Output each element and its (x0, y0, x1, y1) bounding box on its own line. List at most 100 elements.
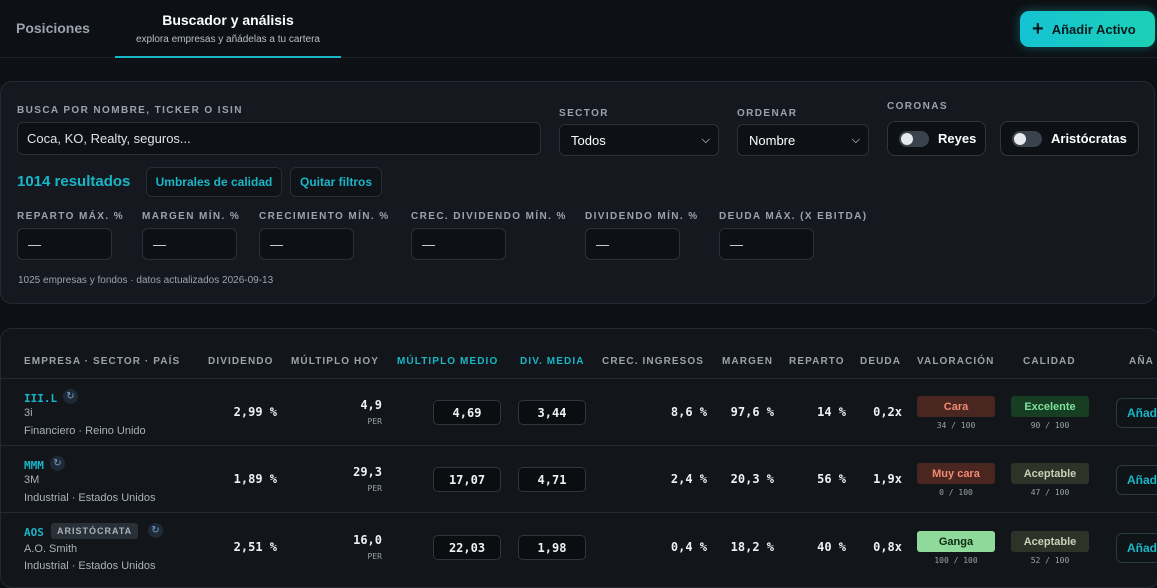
row-sector-country: Financiero · Reino Unido (24, 425, 146, 437)
debt-max-input[interactable]: — (719, 228, 814, 260)
col-company[interactable]: EMPRESA · SECTOR · PAÍS (24, 356, 180, 367)
row-multiple-today: 16,0 (353, 533, 382, 547)
row-add-button[interactable]: Añad (1116, 465, 1157, 495)
row-valuation-badge: Ganga (917, 531, 995, 552)
table-row[interactable]: MMM ↻ 3M Industrial · Estados Unidos 1,8… (1, 445, 1157, 512)
margin-min-input[interactable]: — (142, 228, 237, 260)
col-valuation[interactable]: VALORACIÓN (917, 356, 994, 367)
chevron-down-icon: ⌵ (851, 133, 860, 146)
order-value: Nombre (749, 132, 796, 148)
row-debt: 0,8x (873, 540, 902, 554)
order-label: ORDENAR (737, 108, 798, 119)
dividend-min-input[interactable]: — (585, 228, 680, 260)
col-div-avg[interactable]: DIV. MEDIA (520, 356, 585, 367)
chevron-down-icon: ⌵ (701, 133, 710, 146)
quality-thresholds-button[interactable]: Umbrales de calidad (146, 167, 282, 197)
row-multiple-avg[interactable]: 4,69 (433, 400, 501, 425)
data-footnote: 1025 empresas y fondos · datos actualiza… (18, 275, 274, 286)
add-asset-label: Añadir Activo (1051, 21, 1136, 37)
refresh-icon[interactable]: ↻ (148, 523, 163, 538)
row-ticker[interactable]: MMM (24, 459, 44, 472)
tab-search[interactable]: Buscador y análisis explora empresas y a… (115, 0, 341, 58)
row-sector-country: Industrial · Estados Unidos (24, 560, 156, 572)
row-multiple-avg[interactable]: 17,07 (433, 467, 501, 492)
search-label: BUSCA POR NOMBRE, TICKER O ISIN (17, 105, 243, 116)
plus-icon: + (1032, 18, 1044, 40)
payout-max-input[interactable]: — (17, 228, 112, 260)
tab-positions[interactable]: Posiciones (16, 20, 90, 36)
row-dividend: 1,89 % (233, 472, 277, 486)
tab-search-subtitle: explora empresas y añádelas a tu cartera (136, 34, 320, 45)
aristocrats-toggle[interactable]: Aristócratas (1000, 121, 1139, 156)
sector-value: Todos (571, 132, 606, 148)
row-multiple-avg[interactable]: 22,03 (433, 535, 501, 560)
row-add-button[interactable]: Añad (1116, 533, 1157, 563)
row-sector-country: Industrial · Estados Unidos (24, 492, 156, 504)
row-quality-badge: Aceptable (1011, 531, 1089, 552)
threshold-label-debt: DEUDA MÁX. (X EBITDA) (719, 211, 868, 222)
row-payout: 40 % (817, 540, 846, 554)
crowns-label: CORONAS (887, 101, 948, 112)
add-asset-button[interactable]: + Añadir Activo (1020, 11, 1155, 47)
col-margin[interactable]: MARGEN (722, 356, 773, 367)
kings-toggle[interactable]: Reyes (887, 121, 986, 156)
row-revenue-growth: 0,4 % (670, 540, 707, 554)
table-row[interactable]: III.L ↻ 3i Financiero · Reino Unido 2,99… (1, 378, 1157, 445)
results-table: EMPRESA · SECTOR · PAÍS DIVIDENDO MÚLTIP… (0, 328, 1157, 588)
row-quality-score: 90 / 100 (1030, 421, 1070, 430)
row-multiple-unit: PER (367, 484, 382, 493)
growth-min-input[interactable]: — (259, 228, 354, 260)
col-payout[interactable]: REPARTO (789, 356, 845, 367)
kings-switch[interactable] (899, 130, 929, 147)
threshold-label-div-growth: CREC. DIVIDENDO MÍN. % (411, 211, 567, 222)
row-revenue-growth: 8,6 % (670, 405, 707, 419)
div-growth-min-input[interactable]: — (411, 228, 506, 260)
row-ticker[interactable]: III.L (24, 392, 57, 405)
row-div-avg[interactable]: 1,98 (518, 535, 586, 560)
col-revenue-growth[interactable]: CREC. INGRESOS (602, 356, 704, 367)
clear-filters-button[interactable]: Quitar filtros (290, 167, 382, 197)
table-row[interactable]: AOS ARISTÓCRATA ↻ A.O. Smith Industrial … (1, 512, 1157, 579)
sector-select[interactable]: Todos ⌵ (559, 124, 719, 156)
col-debt[interactable]: DEUDA (860, 356, 901, 367)
row-multiple-unit: PER (367, 417, 382, 426)
order-select[interactable]: Nombre ⌵ (737, 124, 869, 156)
filter-panel: BUSCA POR NOMBRE, TICKER O ISIN Coca, KO… (0, 81, 1155, 304)
row-valuation-score: 34 / 100 (936, 421, 976, 430)
col-multiple-avg[interactable]: MÚLTIPLO MEDIO (397, 356, 498, 367)
col-multiple-today[interactable]: MÚLTIPLO HOY (291, 356, 379, 367)
kings-label: Reyes (938, 131, 977, 146)
row-revenue-growth: 2,4 % (670, 472, 707, 486)
top-nav: Posiciones Buscador y análisis explora e… (0, 0, 1157, 58)
row-multiple-today: 29,3 (353, 465, 382, 479)
row-payout: 56 % (817, 472, 846, 486)
col-dividend[interactable]: DIVIDENDO (208, 356, 273, 367)
search-input[interactable]: Coca, KO, Realty, seguros... (17, 122, 541, 155)
row-add-button[interactable]: Añad (1116, 398, 1157, 428)
row-dividend: 2,51 % (233, 540, 277, 554)
row-quality-score: 47 / 100 (1030, 488, 1070, 497)
row-quality-badge: Excelente (1011, 396, 1089, 417)
row-margin: 97,6 % (730, 405, 774, 419)
threshold-label-growth: CRECIMIENTO MÍN. % (259, 211, 390, 222)
row-company-name: 3i (24, 407, 33, 419)
row-valuation-badge: Muy cara (917, 463, 995, 484)
aristocrats-label: Aristócratas (1051, 131, 1127, 146)
aristocrats-switch[interactable] (1012, 130, 1042, 147)
col-add: AÑA (1129, 356, 1154, 367)
row-div-avg[interactable]: 4,71 (518, 467, 586, 492)
row-valuation-score: 100 / 100 (934, 556, 978, 565)
row-valuation-badge: Cara (917, 396, 995, 417)
refresh-icon[interactable]: ↻ (63, 389, 78, 404)
row-company-name: 3M (24, 474, 40, 486)
search-placeholder: Coca, KO, Realty, seguros... (27, 131, 191, 146)
row-quality-badge: Aceptable (1011, 463, 1089, 484)
row-debt: 1,9x (873, 472, 902, 486)
refresh-icon[interactable]: ↻ (50, 456, 65, 471)
col-quality[interactable]: CALIDAD (1023, 356, 1076, 367)
row-valuation-score: 0 / 100 (939, 488, 973, 497)
row-ticker[interactable]: AOS (24, 526, 44, 539)
row-dividend: 2,99 % (233, 405, 277, 419)
row-div-avg[interactable]: 3,44 (518, 400, 586, 425)
row-debt: 0,2x (873, 405, 902, 419)
